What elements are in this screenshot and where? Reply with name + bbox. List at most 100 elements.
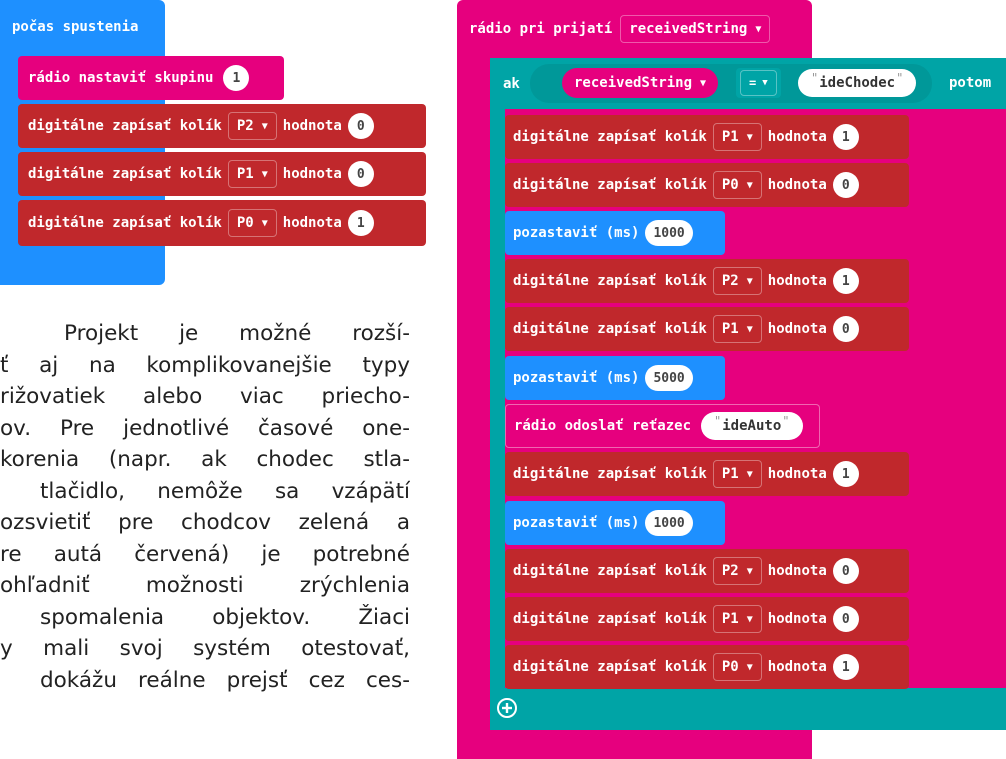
- paragraph-line: y mali svoj systém otestovať,: [0, 636, 410, 661]
- quote-open-icon: ": [811, 71, 819, 85]
- pin-value-input[interactable]: 1: [832, 654, 859, 680]
- paragraph-line: spomalenia objektov. Žiaci: [40, 604, 410, 630]
- triangle-down-icon: ▼: [261, 217, 268, 229]
- pin-write-block[interactable]: digitálne zapísať kolík P1 ▼ hodnota 0: [18, 152, 426, 196]
- triangle-down-icon: ▼: [746, 179, 753, 191]
- pin-value-input[interactable]: 1: [832, 268, 859, 294]
- on-radio-received-hat[interactable]: rádio pri prijatí receivedString ▼: [457, 10, 777, 48]
- pin-dropdown[interactable]: P0 ▼: [712, 653, 762, 681]
- received-param-dropdown[interactable]: receivedString ▼: [620, 15, 771, 43]
- operator-value: =: [749, 76, 757, 90]
- send-string-input[interactable]: " ideAuto ": [701, 412, 803, 440]
- triangle-down-icon: ▼: [762, 78, 768, 88]
- compare-string-input[interactable]: " ideChodec ": [798, 69, 917, 97]
- pin-dropdown[interactable]: P2 ▼: [712, 557, 762, 585]
- pause-value-input[interactable]: 1000: [645, 510, 693, 536]
- radio-send-label: rádio odoslať reťazec: [514, 418, 692, 434]
- pin-value: P1: [721, 321, 739, 337]
- pin-dropdown[interactable]: P0 ▼: [227, 209, 277, 237]
- pin-dropdown[interactable]: P1 ▼: [712, 123, 762, 151]
- plus-circle-icon[interactable]: [496, 697, 518, 719]
- pin-write-block[interactable]: digitálne zapísať kolík P0 ▼ hodnota 1: [18, 200, 426, 246]
- triangle-down-icon: ▼: [746, 323, 753, 335]
- value-label: hodnota: [767, 466, 827, 482]
- pin-write-block[interactable]: digitálne zapísať kolík P1 ▼ hodnota 0: [505, 307, 909, 351]
- value-label: hodnota: [767, 659, 827, 675]
- triangle-down-icon: ▼: [261, 168, 268, 180]
- value-label: hodnota: [282, 215, 342, 231]
- pin-value-input[interactable]: 0: [832, 558, 859, 584]
- value-label: hodnota: [767, 273, 827, 289]
- if-block-bottom-bar[interactable]: [490, 688, 1006, 730]
- pin-dropdown[interactable]: P0 ▼: [712, 171, 762, 199]
- radio-group-value[interactable]: 1: [223, 65, 250, 91]
- pin-value-input[interactable]: 0: [832, 606, 859, 632]
- pin-write-label: digitálne zapísať kolík: [513, 129, 707, 145]
- paragraph-line: rižovatiek alebo viac priecho-: [0, 384, 410, 409]
- value-label: hodnota: [767, 563, 827, 579]
- pause-value-input[interactable]: 1000: [645, 220, 693, 246]
- pin-value-input[interactable]: 1: [832, 461, 859, 487]
- pin-value-input[interactable]: 0: [832, 316, 859, 342]
- description-paragraph: Projekt je možné rozší- ť aj na kompliko…: [0, 318, 410, 696]
- pin-dropdown[interactable]: P1 ▼: [712, 605, 762, 633]
- pin-write-label: digitálne zapísať kolík: [513, 177, 707, 193]
- compare-operator[interactable]: = ▼: [736, 68, 781, 98]
- radio-send-string-block[interactable]: rádio odoslať reťazec " ideAuto ": [505, 404, 820, 448]
- quote-close-icon: ": [782, 414, 790, 428]
- pin-write-block[interactable]: digitálne zapísať kolík P1 ▼ hodnota 1: [505, 115, 909, 159]
- string-value: ideAuto: [722, 418, 782, 434]
- pin-value-input[interactable]: 1: [347, 210, 374, 236]
- pin-write-block[interactable]: digitálne zapísať kolík P2 ▼ hodnota 0: [505, 549, 909, 593]
- pause-value-input[interactable]: 5000: [645, 365, 693, 391]
- pause-block[interactable]: pozastaviť (ms) 5000: [505, 356, 725, 400]
- value-label: hodnota: [282, 118, 342, 134]
- pin-value: P1: [721, 129, 739, 145]
- pin-write-label: digitálne zapísať kolík: [28, 215, 222, 231]
- pin-dropdown[interactable]: P2 ▼: [227, 112, 277, 140]
- quote-close-icon: ": [896, 71, 904, 85]
- pin-value-input[interactable]: 0: [832, 172, 859, 198]
- pin-dropdown[interactable]: P1 ▼: [712, 315, 762, 343]
- triangle-down-icon: ▼: [746, 468, 753, 480]
- string-value: ideChodec: [819, 75, 896, 91]
- pause-block[interactable]: pozastaviť (ms) 1000: [505, 211, 725, 255]
- pin-write-label: digitálne zapísať kolík: [513, 321, 707, 337]
- paragraph-line: tlačidlo, nemôže sa vzápätí: [40, 478, 410, 504]
- pin-write-block[interactable]: digitálne zapísať kolík P2 ▼ hodnota 0: [18, 104, 426, 148]
- pause-label: pozastaviť (ms): [513, 370, 640, 386]
- operator-dropdown[interactable]: = ▼: [740, 70, 777, 96]
- pin-write-block[interactable]: digitálne zapísať kolík P1 ▼ hodnota 0: [505, 597, 909, 641]
- received-string-reporter[interactable]: receivedString ▼: [562, 68, 719, 98]
- pause-block[interactable]: pozastaviť (ms) 1000: [505, 501, 725, 545]
- pin-value-input[interactable]: 0: [347, 161, 374, 187]
- pin-write-block[interactable]: digitálne zapísať kolík P0 ▼ hodnota 0: [505, 163, 909, 207]
- param-value: receivedString: [629, 21, 748, 37]
- pin-dropdown[interactable]: P1 ▼: [227, 160, 277, 188]
- paragraph-line: ov. Pre jednotlivé časové one-: [0, 415, 410, 441]
- pin-value-input[interactable]: 0: [347, 113, 374, 139]
- pin-dropdown[interactable]: P1 ▼: [712, 460, 762, 488]
- on-radio-received-label: rádio pri prijatí: [469, 21, 613, 37]
- pin-write-block[interactable]: digitálne zapísať kolík P2 ▼ hodnota 1: [505, 259, 909, 303]
- pin-write-block[interactable]: digitálne zapísať kolík P1 ▼ hodnota 1: [505, 452, 909, 496]
- if-label: ak: [503, 75, 520, 92]
- radio-set-group-block[interactable]: rádio nastaviť skupinu 1: [18, 56, 284, 100]
- paragraph-line: ť aj na komplikovanejšie typy: [0, 352, 410, 378]
- pin-value-input[interactable]: 1: [832, 124, 859, 150]
- pin-value: P2: [236, 118, 254, 134]
- pin-value: P2: [721, 273, 739, 289]
- triangle-down-icon: ▼: [755, 23, 762, 35]
- paragraph-line: ozsvietiť pre chodcov zelená a: [0, 510, 410, 535]
- pin-value: P0: [236, 215, 254, 231]
- triangle-down-icon: ▼: [746, 275, 753, 287]
- value-label: hodnota: [282, 166, 342, 182]
- pin-write-block[interactable]: digitálne zapísať kolík P0 ▼ hodnota 1: [505, 645, 909, 689]
- on-start-hat[interactable]: počas spustenia: [0, 10, 139, 44]
- if-header[interactable]: ak receivedString ▼ = ▼ " ideChodec " po…: [490, 58, 1006, 109]
- pin-write-label: digitálne zapísať kolík: [513, 611, 707, 627]
- quote-open-icon: ": [714, 414, 722, 428]
- triangle-down-icon: ▼: [700, 77, 707, 89]
- paragraph-line: Projekt je možné rozší-: [64, 321, 410, 346]
- pin-dropdown[interactable]: P2 ▼: [712, 267, 762, 295]
